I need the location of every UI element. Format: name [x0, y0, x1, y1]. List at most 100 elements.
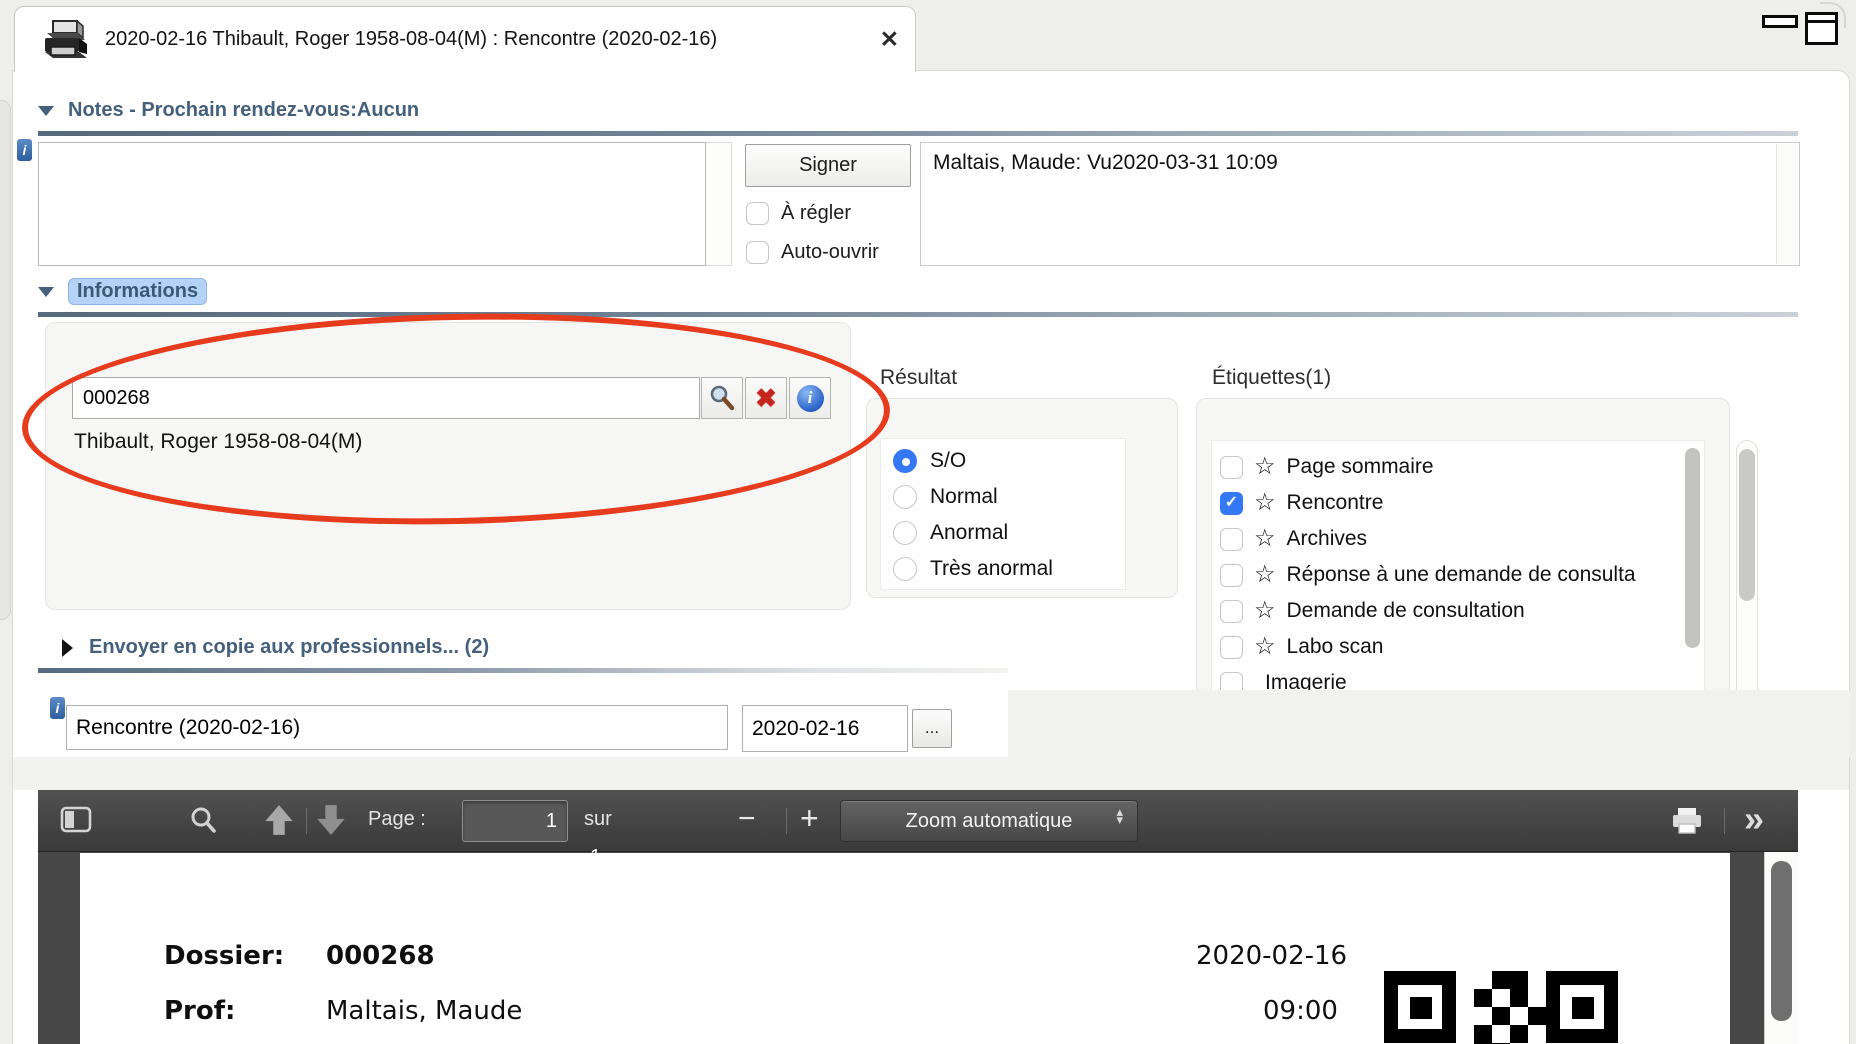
tag-label: Labo scan — [1287, 635, 1384, 659]
star-icon: ☆ — [1254, 455, 1276, 479]
radio-row-normal[interactable]: Normal — [893, 479, 1125, 515]
next-page-button[interactable] — [316, 804, 346, 836]
patient-info-button[interactable]: i — [789, 377, 831, 419]
radio-tres-anormal[interactable] — [893, 557, 917, 581]
auto-ouvrir-checkbox-row[interactable]: ✓ Auto-ouvrir — [746, 241, 879, 264]
notes-section-header[interactable]: Notes - Prochain rendez-vous:Aucun — [38, 99, 419, 122]
toolbar-divider — [786, 808, 787, 834]
radio-anormal[interactable] — [893, 521, 917, 545]
auto-ouvrir-checkbox[interactable]: ✓ — [746, 241, 769, 264]
toolbar-divider — [1724, 808, 1725, 834]
patient-id-input[interactable] — [72, 377, 700, 419]
pdf-print-button[interactable] — [1670, 806, 1704, 836]
patient-name-label: Thibault, Roger 1958-08-04(M) — [74, 430, 362, 454]
radio-anormal-label: Anormal — [930, 521, 1008, 545]
toolbar-divider — [306, 808, 307, 834]
previous-page-button[interactable] — [264, 804, 294, 836]
page-number-input[interactable] — [462, 800, 568, 842]
informations-divider — [38, 312, 1798, 317]
printer-icon — [37, 17, 91, 63]
star-icon: ☆ — [1254, 527, 1276, 551]
collapse-triangle-icon[interactable] — [38, 106, 54, 116]
toolbar-more-button[interactable]: » — [1744, 801, 1764, 837]
pdf-search-button[interactable] — [188, 805, 218, 835]
background-panel-edge — [0, 100, 11, 620]
double-chevron-icon: » — [1744, 801, 1764, 837]
tag-row-reponse-consultation[interactable]: ✓ ☆ Réponse à une demande de consulta — [1220, 557, 1704, 593]
expand-triangle-icon[interactable] — [62, 639, 73, 657]
envoyer-section-header[interactable]: Envoyer en copie aux professionnels... (… — [62, 636, 489, 659]
dossier-label: Dossier: — [164, 941, 284, 971]
pdf-scrollbar-track[interactable] — [1764, 852, 1798, 1044]
patient-search-button[interactable] — [701, 377, 743, 419]
patient-panel — [45, 322, 851, 610]
pdf-toolbar: Page : sur − + Zoom automatique ▴▾ ⚙ — [38, 790, 1798, 852]
pdf-scrollbar-thumb[interactable] — [1771, 861, 1792, 1021]
tag-label: Réponse à une demande de consulta — [1287, 563, 1636, 587]
note-scrollbar-track[interactable] — [706, 142, 732, 266]
tag-checkbox[interactable]: ✓ — [1220, 564, 1243, 587]
tag-row-demande-consultation[interactable]: ✓ ☆ Demande de consultation — [1220, 593, 1704, 629]
seen-panel-scrollbar[interactable] — [1776, 144, 1798, 264]
spinner-icon: ▴▾ — [1116, 808, 1123, 824]
collapse-triangle-icon[interactable] — [38, 287, 54, 297]
tag-checkbox[interactable]: ✓ — [1220, 636, 1243, 659]
tag-label: Rencontre — [1287, 491, 1384, 515]
radio-normal[interactable] — [893, 485, 917, 509]
patient-clear-button[interactable]: ✖ — [745, 377, 787, 419]
signer-button[interactable]: Signer — [745, 144, 911, 187]
qr-code — [1384, 971, 1618, 1044]
radio-row-anormal[interactable]: Anormal — [893, 515, 1125, 551]
informations-section-header[interactable]: Informations — [38, 278, 207, 305]
sidebar-icon — [60, 806, 92, 834]
minimize-button[interactable] — [1762, 15, 1798, 28]
scrollbar-thumb[interactable] — [1739, 449, 1755, 601]
a-regler-label: À régler — [781, 202, 851, 225]
zoom-out-button[interactable]: − — [738, 802, 756, 836]
browse-button-label: ... — [925, 718, 939, 738]
zoom-select[interactable]: Zoom automatique ▴▾ — [840, 800, 1138, 842]
signature-log-panel: Maltais, Maude: Vu2020-03-31 10:09 — [920, 142, 1800, 266]
background-band — [13, 757, 1849, 790]
maximize-button[interactable] — [1805, 12, 1838, 45]
doc-date: 2020-02-16 — [1196, 941, 1347, 971]
radio-row-tres-anormal[interactable]: Très anormal — [893, 551, 1125, 587]
notes-divider — [38, 131, 1798, 136]
a-regler-checkbox-row[interactable]: ✓ À régler — [746, 202, 851, 225]
tag-checkbox[interactable]: ✓ — [1220, 456, 1243, 479]
document-tab[interactable]: 2020-02-16 Thibault, Roger 1958-08-04(M)… — [14, 6, 916, 72]
note-info-icon: i — [17, 139, 32, 161]
red-x-icon: ✖ — [755, 385, 777, 411]
note-textarea[interactable] — [38, 142, 706, 266]
star-icon: ☆ — [1254, 599, 1276, 623]
tab-close-icon[interactable]: ✕ — [880, 28, 899, 51]
radio-tres-anormal-label: Très anormal — [930, 557, 1053, 581]
tag-checkbox[interactable]: ✓ — [1220, 600, 1243, 623]
radio-row-so[interactable]: S/O — [893, 443, 1125, 479]
outer-vertical-scrollbar[interactable] — [1736, 440, 1758, 730]
tag-row-labo-scan[interactable]: ✓ ☆ Labo scan — [1220, 629, 1704, 665]
etiquettes-vertical-scrollbar[interactable] — [1685, 448, 1700, 648]
etiquettes-listbox: ✓ ☆ Page sommaire ✓ ☆ Rencontre ✓ ☆ Arch… — [1211, 440, 1705, 698]
printer-icon — [1670, 806, 1704, 836]
tag-row-page-sommaire[interactable]: ✓ ☆ Page sommaire — [1220, 449, 1704, 485]
seen-text: Maltais, Maude: Vu2020-03-31 10:09 — [933, 151, 1278, 174]
sidebar-toggle-button[interactable] — [60, 806, 92, 834]
informations-header-label: Informations — [68, 278, 207, 305]
doc-time: 09:00 — [1263, 996, 1338, 1026]
tag-checkbox[interactable]: ✓ — [1220, 492, 1243, 515]
page-label: Page : — [368, 808, 426, 831]
pdf-viewer: Page : sur − + Zoom automatique ▴▾ ⚙ — [38, 790, 1798, 1044]
tag-row-archives[interactable]: ✓ ☆ Archives — [1220, 521, 1704, 557]
a-regler-checkbox[interactable]: ✓ — [746, 202, 769, 225]
radio-so[interactable] — [893, 449, 917, 473]
document-title-input[interactable] — [66, 705, 728, 750]
tag-checkbox[interactable]: ✓ — [1220, 528, 1243, 551]
resultat-title: Résultat — [880, 366, 957, 390]
pdf-page: Dossier: 000268 2020-02-16 Prof: Maltais… — [80, 853, 1730, 1044]
zoom-in-button[interactable]: + — [800, 800, 819, 837]
tag-row-rencontre[interactable]: ✓ ☆ Rencontre — [1220, 485, 1704, 521]
date-browse-button[interactable]: ... — [912, 709, 952, 748]
notes-header-label: Notes - Prochain rendez-vous:Aucun — [68, 99, 419, 122]
document-date-input[interactable] — [742, 705, 908, 752]
